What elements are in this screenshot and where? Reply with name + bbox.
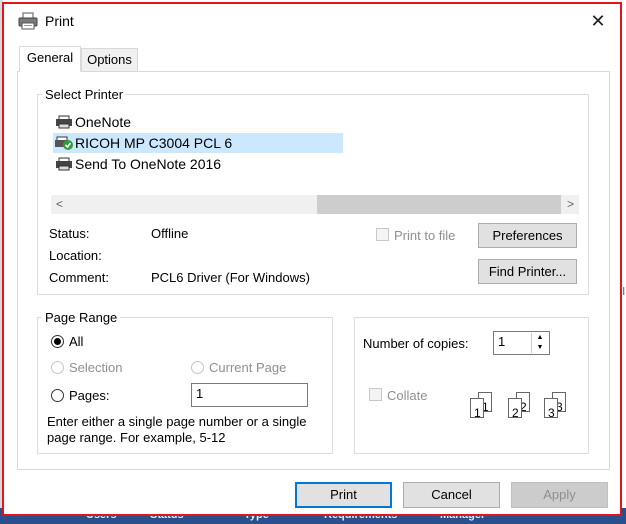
- printer-name: Send To OneNote 2016: [75, 156, 222, 172]
- page-range-help-line2: page range. For example, 5-12: [47, 430, 226, 445]
- number-of-copies-value: 1: [498, 334, 506, 349]
- printer-list-item-selected[interactable]: RICOH MP C3004 PCL 6: [53, 133, 343, 153]
- page-range-help-line1: Enter either a single page number or a s…: [47, 414, 307, 429]
- increment-arrow-icon[interactable]: ▲: [531, 333, 548, 343]
- decrement-arrow-icon[interactable]: ▼: [531, 343, 548, 353]
- select-printer-group-label: Select Printer: [42, 87, 127, 102]
- printer-icon: [18, 12, 38, 30]
- comment-value: PCL6 Driver (For Windows): [151, 270, 310, 285]
- printer-list-scrollbar[interactable]: < >: [51, 195, 579, 214]
- status-value: Offline: [151, 226, 189, 241]
- printer-icon: [56, 157, 72, 171]
- selection-label: Selection: [69, 360, 123, 375]
- current-page-label: Current Page: [209, 360, 287, 375]
- close-button[interactable]: ✕: [580, 6, 616, 36]
- printer-name: RICOH MP C3004 PCL 6: [75, 135, 233, 151]
- collate-sheet-front: 2: [508, 398, 522, 419]
- scroll-right-arrow[interactable]: >: [562, 195, 579, 214]
- print-button[interactable]: Print: [295, 482, 392, 508]
- current-page-radio[interactable]: [191, 361, 204, 374]
- preferences-button[interactable]: Preferences: [478, 223, 577, 248]
- all-pages-radio[interactable]: [51, 335, 64, 348]
- print-to-file-label: Print to file: [394, 228, 456, 243]
- collate-checkbox[interactable]: [369, 388, 382, 401]
- collate-illustration: 1 1 2 2 3 3: [466, 392, 586, 428]
- location-label: Location:: [49, 248, 102, 263]
- pages-label: Pages:: [69, 388, 110, 403]
- pages-input[interactable]: 1: [191, 383, 308, 407]
- number-of-copies-label: Number of copies:: [363, 336, 469, 351]
- print-dialog: Print ✕ General Options Select Printer O…: [2, 2, 622, 516]
- scrollbar-thumb[interactable]: [317, 195, 561, 214]
- printer-default-icon: [55, 136, 73, 150]
- tab-general[interactable]: General: [19, 46, 81, 72]
- tab-options[interactable]: Options: [81, 48, 138, 72]
- cancel-button[interactable]: Cancel: [403, 482, 500, 508]
- collate-label: Collate: [387, 388, 428, 403]
- all-pages-label: All: [69, 334, 84, 349]
- apply-button[interactable]: Apply: [511, 482, 608, 508]
- title-bar[interactable]: Print ✕: [4, 4, 620, 38]
- collate-sheet-front: 1: [470, 398, 484, 419]
- selection-radio[interactable]: [51, 361, 64, 374]
- collate-sheet-front: 3: [544, 398, 558, 419]
- printer-icon: [56, 115, 72, 129]
- comment-label: Comment:: [49, 270, 109, 285]
- find-printer-button[interactable]: Find Printer...: [478, 259, 577, 284]
- status-label: Status:: [49, 226, 90, 241]
- number-of-copies-stepper[interactable]: 1 ▲ ▼: [493, 331, 550, 355]
- printer-list-item[interactable]: OneNote: [53, 112, 343, 132]
- scroll-left-arrow[interactable]: <: [51, 195, 68, 214]
- dialog-title: Print: [45, 13, 74, 29]
- page-range-group-label: Page Range: [42, 310, 121, 325]
- printer-name: OneNote: [75, 114, 132, 130]
- print-to-file-checkbox[interactable]: [376, 228, 389, 241]
- printer-list-item[interactable]: Send To OneNote 2016: [53, 154, 343, 174]
- pages-radio[interactable]: [51, 389, 64, 402]
